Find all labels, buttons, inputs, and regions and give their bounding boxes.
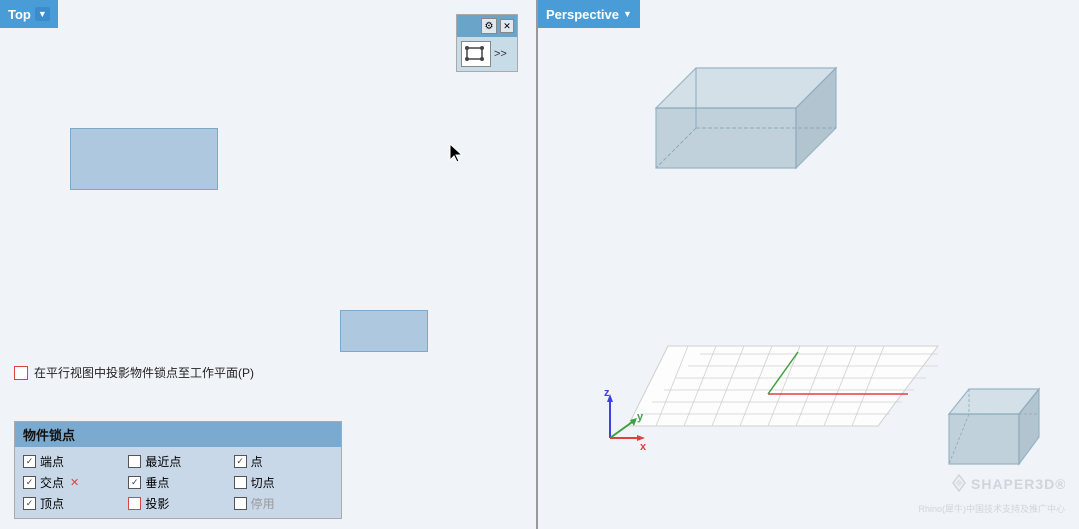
3d-box-upper: [636, 38, 836, 178]
toolbar-titlebar: ⚙ ✕: [457, 15, 517, 37]
osnap-item-perpendicular: 垂点: [128, 474, 227, 491]
top-view-object-1: [70, 128, 218, 190]
close-icon: ✕: [503, 21, 511, 32]
osnap-label-project: 投影: [145, 495, 169, 512]
osnap-checkbox-perpendicular[interactable]: [128, 476, 141, 489]
osnap-panel-title: 物件锁点: [23, 428, 75, 443]
osnap-label-intersection: 交点: [40, 474, 64, 491]
osnap-checkbox-point[interactable]: [234, 455, 247, 468]
osnap-panel-header: 物件锁点: [15, 422, 341, 447]
osnap-item-nearest: 最近点: [128, 453, 227, 470]
watermark: SHAPER3D® Rhino(犀牛)中国技术支持及推广中心: [918, 469, 1065, 515]
osnap-label-tangent: 切点: [251, 474, 275, 491]
main-container: Top ▼ ⚙ ✕: [0, 0, 1079, 529]
osnap-grid: 端点 最近点 点 交点 ✕ 垂点: [15, 447, 341, 518]
osnap-label-vertex: 顶点: [40, 495, 64, 512]
osnap-item-disable: 停用: [234, 495, 333, 512]
osnap-label-disable: 停用: [251, 495, 275, 512]
osnap-label-point: 点: [251, 453, 263, 470]
left-viewport: Top ▼ ⚙ ✕: [0, 0, 538, 529]
right-viewport-dropdown[interactable]: ▼: [623, 9, 632, 19]
osnap-item-point: 点: [234, 453, 333, 470]
svg-text:SHAPER3D®: SHAPER3D®: [971, 476, 1065, 492]
osnap-label-perpendicular: 垂点: [145, 474, 169, 491]
cursor-icon: [448, 142, 466, 168]
3d-box-lower: [939, 359, 1059, 469]
osnap-checkbox-intersection[interactable]: [23, 476, 36, 489]
toolbar-close-button[interactable]: ✕: [500, 19, 514, 33]
osnap-checkbox-project[interactable]: [128, 497, 141, 510]
snap-projection-checkbox[interactable]: [14, 366, 28, 380]
osnap-item-project: 投影: [128, 495, 227, 512]
osnap-item-vertex: 顶点: [23, 495, 122, 512]
osnap-checkbox-disable[interactable]: [234, 497, 247, 510]
gear-icon: ⚙: [485, 21, 494, 32]
osnap-checkbox-vertex[interactable]: [23, 497, 36, 510]
osnap-label-nearest: 最近点: [145, 453, 181, 470]
right-viewport: Perspective ▼: [538, 0, 1079, 529]
top-view-object-2: [340, 310, 428, 352]
svg-text:y: y: [637, 411, 644, 423]
right-viewport-header[interactable]: Perspective ▼: [538, 0, 640, 28]
left-viewport-header[interactable]: Top ▼: [0, 0, 58, 28]
snap-projection-row: 在平行视图中投影物件锁点至工作平面(P): [14, 364, 254, 381]
osnap-item-endpoint: 端点: [23, 453, 122, 470]
osnap-item-tangent: 切点: [234, 474, 333, 491]
osnap-panel: 物件锁点 端点 最近点 点 交点: [14, 421, 342, 519]
floating-toolbar: ⚙ ✕ >>: [456, 14, 518, 72]
brand-name: SHAPER3D®: [918, 469, 1065, 502]
svg-text:x: x: [640, 441, 647, 453]
toolbar-body: >>: [457, 37, 517, 71]
right-viewport-title: Perspective: [546, 7, 619, 22]
toolbar-expand-icon[interactable]: >>: [494, 48, 507, 60]
axis-indicator: z y x: [580, 388, 650, 461]
left-viewport-dropdown[interactable]: ▼: [35, 7, 50, 21]
svg-text:z: z: [604, 388, 610, 399]
osnap-label-endpoint: 端点: [40, 453, 64, 470]
osnap-checkbox-tangent[interactable]: [234, 476, 247, 489]
osnap-checkbox-nearest[interactable]: [128, 455, 141, 468]
toolbar-snap-icon[interactable]: [461, 41, 491, 67]
snap-projection-label: 在平行视图中投影物件锁点至工作平面(P): [34, 364, 254, 381]
osnap-checkbox-endpoint[interactable]: [23, 455, 36, 468]
osnap-item-intersection: 交点 ✕: [23, 474, 122, 491]
left-viewport-title: Top: [8, 7, 31, 22]
x-mark-icon: ✕: [70, 476, 79, 489]
brand-subtitle: Rhino(犀牛)中国技术支持及推广中心: [918, 502, 1065, 515]
toolbar-gear-button[interactable]: ⚙: [481, 18, 497, 34]
